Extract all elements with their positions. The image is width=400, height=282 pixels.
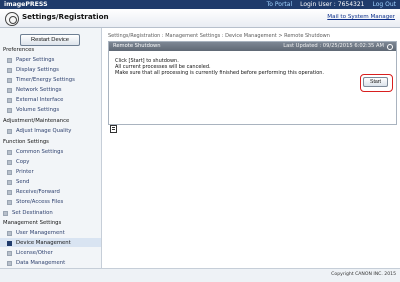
restart-device-button[interactable]: Restart Device — [20, 34, 80, 46]
message-line: Make sure that all processing is current… — [115, 70, 325, 76]
bullet-icon — [3, 210, 8, 216]
bullet-icon — [7, 107, 12, 113]
sidebar-item-set-destination[interactable]: Set Destination — [3, 210, 53, 216]
bullet-icon — [7, 67, 12, 73]
bullet-icon — [7, 260, 12, 266]
sidebar-item-user-management[interactable]: User Management — [7, 230, 65, 236]
sidebar-item-license-other[interactable]: License/Other — [7, 250, 53, 256]
shutdown-message: Click [Start] to shutdown. All current p… — [115, 58, 324, 76]
last-updated-text: Last Updated : 09/25/2015 6:02:35 AM — [283, 43, 384, 49]
sidebar-item-paper-settings[interactable]: Paper Settings — [7, 57, 54, 63]
sidebar-section-management-settings: Management Settings — [3, 220, 62, 226]
bullet-icon — [7, 149, 12, 155]
bullet-icon — [7, 250, 12, 256]
sidebar-item-send[interactable]: Send — [7, 179, 29, 185]
footer: Copyright CANON INC. 2015 — [0, 268, 400, 282]
remote-shutdown-panel: Remote Shutdown Last Updated : 09/25/201… — [108, 41, 397, 125]
bullet-icon — [7, 189, 12, 195]
sidebar-item-external-interface[interactable]: External Interface — [7, 97, 63, 103]
sidebar-item-printer[interactable]: Printer — [7, 169, 34, 175]
login-user-text: Login User : 7654321 — [300, 0, 364, 9]
login-user-label: Login User : — [300, 1, 336, 8]
sidebar-item-timer-energy-settings[interactable]: Timer/Energy Settings — [7, 77, 75, 83]
refresh-icon[interactable] — [387, 43, 393, 50]
sidebar-item-receive-forward[interactable]: Receive/Forward — [7, 189, 60, 195]
settings-gear-icon — [5, 12, 19, 26]
main-content: Settings/Registration : Management Setti… — [101, 28, 400, 281]
start-button[interactable]: Start — [363, 77, 388, 87]
logout-link[interactable]: Log Out — [372, 0, 396, 9]
sidebar-section-preferences: Preferences — [3, 47, 35, 53]
bullet-icon — [7, 128, 12, 134]
sidebar-item-adjust-image-quality[interactable]: Adjust Image Quality — [7, 128, 71, 134]
bullet-icon — [7, 230, 12, 236]
panel-header: Remote Shutdown Last Updated : 09/25/201… — [109, 42, 396, 51]
sidebar-item-display-settings[interactable]: Display Settings — [7, 67, 59, 73]
page-title: Settings/Registration — [22, 12, 109, 21]
start-button-highlight: Start — [360, 74, 393, 92]
bullet-icon — [7, 97, 12, 103]
sidebar-item-data-management[interactable]: Data Management — [7, 260, 65, 266]
bullet-icon — [7, 240, 12, 246]
bullet-icon — [7, 159, 12, 165]
login-user-value: 7654321 — [337, 1, 365, 8]
sidebar-section-function-settings: Function Settings — [3, 139, 49, 145]
bullet-icon — [7, 77, 12, 83]
panel-title: Remote Shutdown — [113, 43, 161, 49]
brand-name: imagePRESS — [4, 1, 48, 8]
breadcrumb: Settings/Registration : Management Setti… — [108, 33, 330, 39]
top-bar: imagePRESS To Portal Login User : 765432… — [0, 0, 400, 9]
copyright-text: Copyright CANON INC. 2015 — [331, 272, 396, 277]
sidebar-section-adjustment-maintenance: Adjustment/Maintenance — [3, 118, 70, 124]
bullet-icon — [7, 179, 12, 185]
mail-to-system-manager-link[interactable]: Mail to System Manager — [327, 14, 395, 20]
bullet-icon — [7, 169, 12, 175]
to-portal-link[interactable]: To Portal — [267, 0, 292, 9]
top-links: To Portal Login User : 7654321 Log Out — [267, 0, 396, 9]
sidebar-item-common-settings[interactable]: Common Settings — [7, 149, 63, 155]
page-header: Settings/Registration Mail to System Man… — [0, 9, 400, 28]
bullet-icon — [7, 57, 12, 63]
bullet-icon — [7, 87, 12, 93]
sidebar-item-network-settings[interactable]: Network Settings — [7, 87, 62, 93]
sidebar-item-store-access-files[interactable]: Store/Access Files — [7, 199, 63, 205]
page-info-icon[interactable] — [110, 125, 117, 133]
sidebar-item-copy[interactable]: Copy — [7, 159, 29, 165]
bullet-icon — [7, 199, 12, 205]
sidebar-item-volume-settings[interactable]: Volume Settings — [7, 107, 59, 113]
sidebar-item-device-management[interactable]: Device Management — [7, 240, 71, 246]
